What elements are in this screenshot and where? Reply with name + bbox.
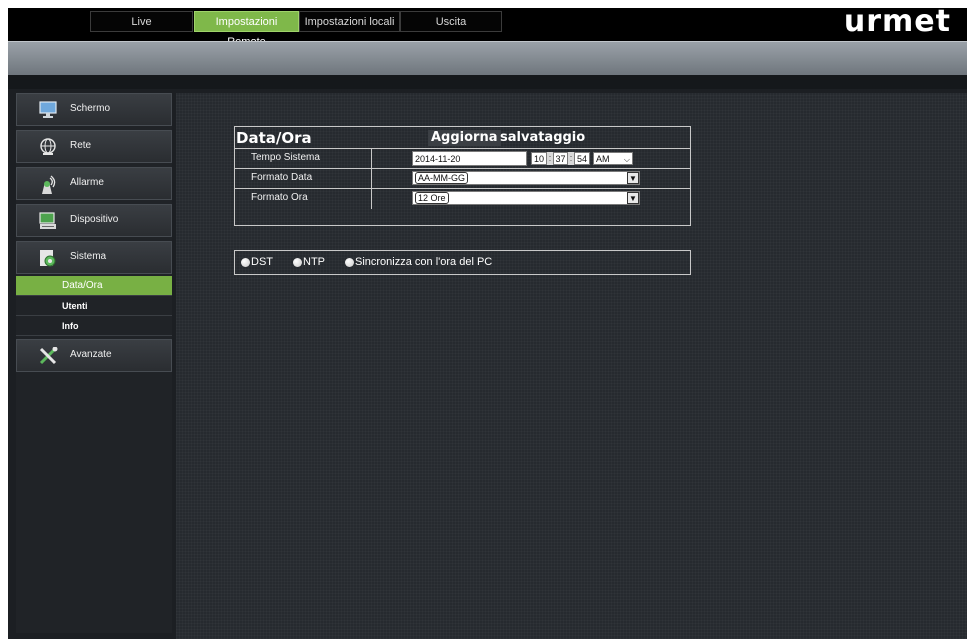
chevron-down-icon: ⌵ [623, 155, 630, 164]
sidebar-item-avanzate[interactable]: Avanzate [16, 339, 172, 372]
sidebar-subitem-info[interactable]: Info [16, 316, 172, 336]
date-format-select[interactable]: AA-MM-GG ▼ [412, 171, 640, 185]
date-format-value: AA-MM-GG [415, 172, 468, 184]
tab-remote-settings[interactable]: Impostazioni Remote [194, 11, 299, 48]
sidebar-item-schermo[interactable]: Schermo [16, 93, 172, 126]
panel-header: Data/Ora Aggiorna salvataggio [235, 127, 690, 149]
sidebar-item-label: Dispositivo [70, 214, 119, 225]
panel-title: Data/Ora [236, 129, 312, 147]
row-time-format: Formato Ora 12 Ore ▼ [235, 189, 690, 209]
main-content: Data/Ora Aggiorna salvataggio Tempo Sist… [176, 93, 967, 639]
sidebar-subitem-data-ora[interactable]: Data/Ora [16, 276, 172, 296]
sidebar-item-label: Avanzate [70, 349, 112, 360]
header-band-shadow [8, 75, 967, 89]
system-time-label: Tempo Sistema [251, 152, 320, 163]
sync-options: DST NTP Sincronizza con l'ora del PC [234, 250, 691, 275]
sidebar-item-label: Rete [70, 140, 92, 151]
monitor-icon [39, 101, 57, 119]
device-icon [39, 212, 57, 230]
sidebar: Schermo Rete Allarme Dispositivo Sistema [16, 93, 172, 633]
sidebar-item-label: Allarme [70, 177, 104, 188]
sidebar-item-label: Sistema [70, 251, 107, 262]
system-icon [39, 249, 57, 267]
time-format-select[interactable]: 12 Ore ▼ [412, 191, 640, 205]
second-input[interactable]: 54 [574, 152, 590, 165]
ampm-select[interactable]: AM ⌵ [593, 152, 633, 165]
app-frame: Live Impostazioni Remote Impostazioni lo… [8, 8, 967, 639]
refresh-button[interactable]: Aggiorna [428, 130, 501, 146]
tab-live[interactable]: Live [90, 11, 193, 32]
datetime-panel: Data/Ora Aggiorna salvataggio Tempo Sist… [234, 126, 691, 226]
minute-input[interactable]: 37 [553, 152, 568, 165]
top-navigation: Live Impostazioni Remote Impostazioni lo… [8, 8, 967, 48]
date-input[interactable]: 2014-11-20 [412, 151, 527, 166]
sidebar-submenu: Data/Ora Utenti Info [16, 276, 172, 336]
sync-pc-label: Sincronizza con l'ora del PC [355, 256, 493, 268]
alarm-icon [39, 175, 57, 194]
sidebar-item-rete[interactable]: Rete [16, 130, 172, 163]
radio-icon [293, 258, 302, 267]
row-date-format: Formato Data AA-MM-GG ▼ [235, 169, 690, 189]
hour-input[interactable]: 10 [531, 152, 547, 165]
sidebar-item-label: Schermo [70, 103, 111, 114]
time-format-label: Formato Ora [251, 192, 308, 203]
row-divider [371, 149, 372, 169]
time-format-value: 12 Ore [415, 192, 449, 204]
row-system-time: Tempo Sistema 2014-11-20 10 : 37 : 54 AM… [235, 149, 690, 169]
ampm-value: AM [596, 154, 610, 164]
dst-label: DST [251, 256, 273, 268]
sidebar-item-allarme[interactable]: Allarme [16, 167, 172, 200]
brand-logo: urmet [843, 8, 951, 39]
sidebar-item-sistema[interactable]: Sistema [16, 241, 172, 274]
date-format-label: Formato Data [251, 172, 313, 183]
header-band [8, 41, 967, 75]
radio-icon [345, 258, 354, 267]
tools-icon [39, 346, 58, 365]
network-icon [39, 138, 57, 156]
row-divider [371, 189, 372, 209]
row-divider [371, 169, 372, 189]
tab-local-settings[interactable]: Impostazioni locali [299, 11, 400, 32]
save-button[interactable]: salvataggio [497, 130, 588, 146]
tab-exit[interactable]: Uscita [400, 11, 502, 32]
chevron-down-icon: ▼ [627, 192, 639, 204]
ntp-label: NTP [303, 256, 325, 268]
sidebar-subitem-utenti[interactable]: Utenti [16, 296, 172, 316]
sidebar-item-dispositivo[interactable]: Dispositivo [16, 204, 172, 237]
chevron-down-icon: ▼ [627, 172, 639, 184]
radio-icon [241, 258, 250, 267]
